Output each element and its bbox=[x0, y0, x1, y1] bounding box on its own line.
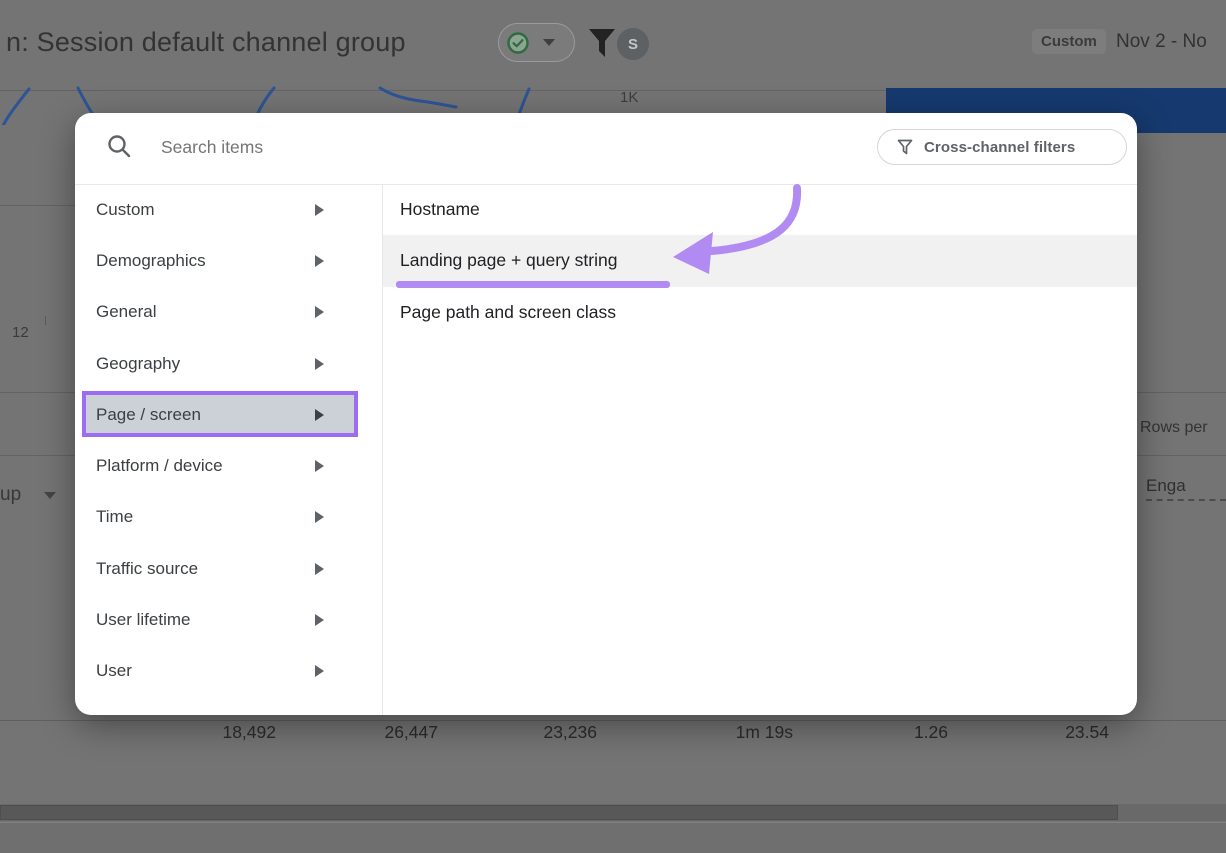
chevron-right-icon bbox=[315, 204, 324, 216]
dimension-item-label: Hostname bbox=[400, 199, 480, 220]
chevron-down-icon bbox=[44, 492, 56, 499]
chevron-right-icon bbox=[315, 511, 324, 523]
table-cell-value: 26,447 bbox=[308, 722, 438, 743]
check-circle-icon bbox=[506, 31, 530, 55]
table-column-header-fragment: up bbox=[0, 484, 21, 506]
table-cell-value: 23.54 bbox=[979, 722, 1109, 743]
menu-item-time[interactable]: Time bbox=[75, 492, 382, 543]
table-cell-value: 1m 19s bbox=[663, 722, 793, 743]
chevron-right-icon bbox=[315, 306, 324, 318]
menu-item-general[interactable]: General bbox=[75, 287, 382, 338]
dimension-item-page-path-screen-class[interactable]: Page path and screen class bbox=[383, 287, 1137, 338]
dimension-item-label: Landing page + query string bbox=[400, 250, 617, 271]
chevron-right-icon bbox=[315, 614, 324, 626]
menu-item-label: Geography bbox=[96, 354, 180, 374]
search-input[interactable] bbox=[161, 129, 721, 165]
table-row-divider bbox=[0, 720, 1226, 721]
axis-tick bbox=[45, 316, 46, 325]
chevron-right-icon bbox=[315, 460, 324, 472]
date-range-type-label: Custom bbox=[1032, 29, 1106, 54]
report-title-fragment: n: Session default channel group bbox=[6, 27, 406, 58]
table-cell-value: 23,236 bbox=[467, 722, 597, 743]
menu-item-label: Page / screen bbox=[96, 405, 201, 425]
menu-item-platform-device[interactable]: Platform / device bbox=[75, 441, 382, 492]
page-bottom-area bbox=[0, 823, 1226, 853]
menu-item-demographics[interactable]: Demographics bbox=[75, 235, 382, 286]
menu-item-label: General bbox=[96, 302, 156, 322]
chevron-right-icon bbox=[315, 358, 324, 370]
menu-item-label: Time bbox=[96, 507, 133, 527]
annotation-arrow-icon bbox=[640, 170, 820, 290]
menu-item-page-screen[interactable]: Page / screen bbox=[75, 389, 382, 440]
dimension-item-label: Page path and screen class bbox=[400, 302, 616, 323]
menu-item-label: User lifetime bbox=[96, 610, 190, 630]
menu-item-traffic-source[interactable]: Traffic source bbox=[75, 543, 382, 594]
menu-item-label: User bbox=[96, 661, 132, 681]
date-range-value[interactable]: Nov 2 - No bbox=[1116, 31, 1207, 53]
dashed-underline bbox=[1146, 499, 1226, 501]
annotation-underline bbox=[396, 281, 670, 288]
menu-item-user[interactable]: User bbox=[75, 646, 382, 697]
table-cell-value: 18,492 bbox=[146, 722, 276, 743]
cross-channel-filters-button[interactable]: Cross-channel filters bbox=[877, 129, 1127, 165]
rows-per-page-label: Rows per bbox=[1140, 419, 1208, 437]
horizontal-scrollbar-thumb[interactable] bbox=[0, 805, 1118, 820]
menu-item-label: Custom bbox=[96, 200, 155, 220]
menu-item-geography[interactable]: Geography bbox=[75, 338, 382, 389]
chevron-right-icon bbox=[315, 409, 324, 421]
cross-channel-filters-label: Cross-channel filters bbox=[924, 139, 1075, 156]
menu-item-label: Demographics bbox=[96, 251, 206, 271]
menu-item-user-lifetime[interactable]: User lifetime bbox=[75, 594, 382, 645]
chevron-right-icon bbox=[315, 255, 324, 267]
menu-item-label: Platform / device bbox=[96, 456, 223, 476]
axis-label: 12 bbox=[12, 324, 29, 341]
chevron-right-icon bbox=[315, 563, 324, 575]
search-icon bbox=[106, 133, 133, 160]
menu-item-label: Traffic source bbox=[96, 559, 198, 579]
engagement-column-header: Enga bbox=[1146, 476, 1186, 496]
chevron-right-icon bbox=[315, 665, 324, 677]
dimension-picker-dialog: Cross-channel filters Custom Demographic… bbox=[75, 113, 1137, 715]
table-cell-value: 1.26 bbox=[818, 722, 948, 743]
bg-divider bbox=[0, 205, 75, 206]
menu-item-custom[interactable]: Custom bbox=[75, 184, 382, 235]
chevron-down-icon[interactable] bbox=[543, 39, 555, 46]
filter-icon bbox=[897, 139, 913, 155]
chart-axis-value: 1K bbox=[620, 89, 638, 106]
